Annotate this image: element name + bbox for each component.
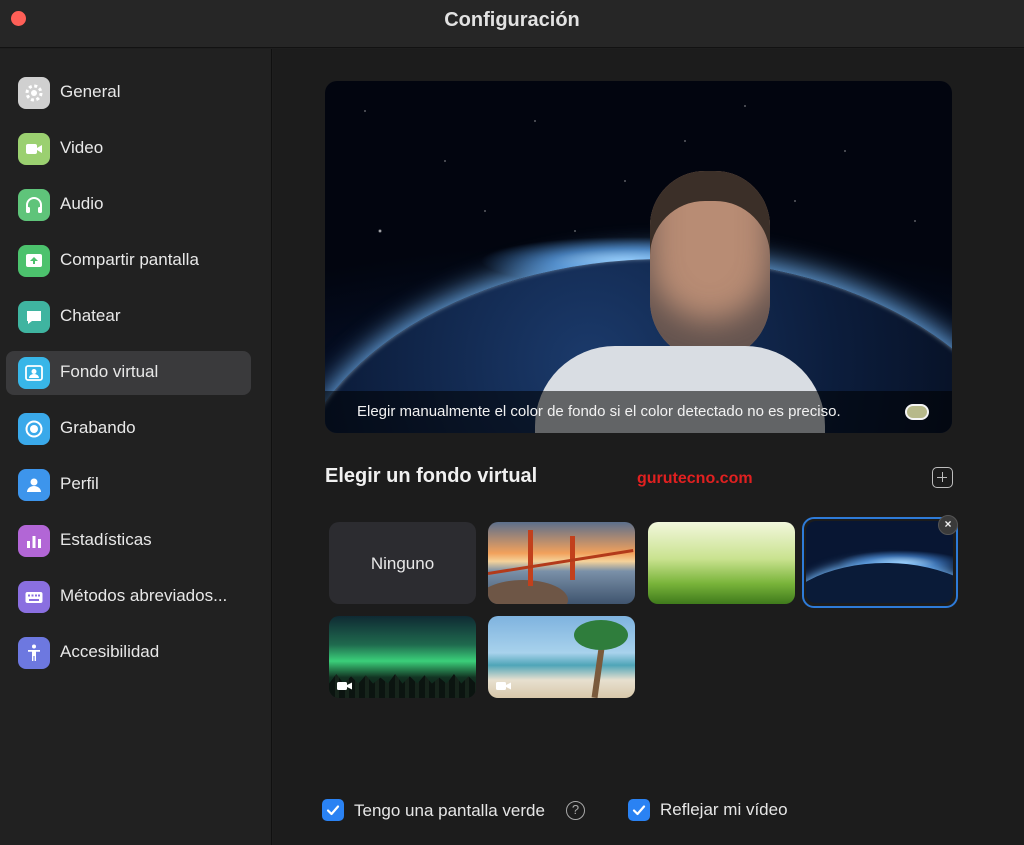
video-preview: Elegir manualmente el color de fondo si … (325, 81, 952, 433)
background-option-tropical-beach[interactable] (488, 616, 635, 698)
mirror-video-label[interactable]: Reflejar mi vídeo (660, 800, 788, 820)
statistics-icon (18, 525, 50, 557)
background-option-golden-gate-bridge[interactable] (488, 522, 635, 604)
checkmark-icon (632, 805, 646, 816)
headphones-icon (18, 189, 50, 221)
remove-background-button[interactable]: × (938, 515, 958, 535)
background-option-grass[interactable] (648, 522, 795, 604)
sidebar-item-label: Audio (60, 194, 104, 213)
green-screen-label[interactable]: Tengo una pantalla verde (354, 801, 545, 821)
sidebar-item-shortcuts[interactable]: Métodos abreviados... (6, 575, 251, 619)
sidebar-item-label: Compartir pantalla (60, 250, 199, 269)
settings-sidebar: General Video Audio Compartir pantalla C… (0, 49, 272, 845)
accessibility-icon (18, 637, 50, 669)
sidebar-item-label: Fondo virtual (60, 362, 159, 381)
sidebar-item-label: Perfil (60, 474, 99, 493)
virtual-background-icon (18, 357, 50, 389)
sidebar-item-label: Grabando (60, 418, 136, 437)
sidebar-item-statistics[interactable]: Estadísticas (6, 519, 251, 563)
sidebar-item-profile[interactable]: Perfil (6, 463, 251, 507)
add-background-button[interactable] (932, 467, 953, 488)
sidebar-item-label: Estadísticas (60, 530, 152, 549)
sidebar-item-label: General (60, 82, 121, 101)
sidebar-item-audio[interactable]: Audio (6, 183, 251, 227)
selected-background-ring (802, 517, 958, 608)
title-bar: Configuración (0, 0, 1024, 48)
sidebar-item-recording[interactable]: Grabando (6, 407, 251, 451)
sidebar-item-label: Video (60, 138, 104, 157)
help-icon[interactable]: ? (566, 801, 585, 820)
virtual-background-panel: Elegir manualmente el color de fondo si … (273, 49, 1024, 845)
video-badge-icon (337, 682, 352, 690)
bridge-tower (528, 530, 533, 586)
bridge-deck (488, 549, 634, 575)
sidebar-item-share-screen[interactable]: Compartir pantalla (6, 239, 251, 283)
video-badge-icon (496, 682, 511, 690)
palm-leaves (574, 620, 628, 650)
profile-icon (18, 469, 50, 501)
sidebar-item-label: Métodos abreviados... (60, 586, 228, 605)
user-face (650, 171, 770, 361)
watermark-text: gurutecno.com (637, 470, 753, 487)
checkmark-icon (326, 805, 340, 816)
background-color-picker[interactable] (905, 404, 929, 420)
sidebar-item-accessibility[interactable]: Accesibilidad (6, 631, 251, 675)
none-label: Ninguno (370, 554, 435, 573)
green-screen-checkbox[interactable] (322, 799, 344, 821)
sidebar-item-video[interactable]: Video (6, 127, 251, 171)
mirror-video-checkbox[interactable] (628, 799, 650, 821)
keyboard-icon (18, 581, 50, 613)
video-camera-icon (18, 133, 50, 165)
color-hint-bar: Elegir manualmente el color de fondo si … (325, 391, 952, 433)
section-title: Elegir un fondo virtual (325, 465, 538, 487)
share-screen-icon (18, 245, 50, 277)
record-icon (18, 413, 50, 445)
background-option-none[interactable]: Ninguno (329, 522, 476, 604)
sidebar-item-label: Accesibilidad (60, 642, 160, 661)
settings-window: Configuración General Video Audio Compar… (0, 0, 1024, 845)
gear-icon (18, 77, 50, 109)
chat-bubble-icon (18, 301, 50, 333)
color-hint-text: Elegir manualmente el color de fondo si … (357, 403, 841, 420)
sidebar-item-label: Chatear (60, 306, 121, 325)
sidebar-item-chat[interactable]: Chatear (6, 295, 251, 339)
window-title: Configuración (444, 9, 580, 31)
sidebar-item-virtual-background[interactable]: Fondo virtual (6, 351, 251, 395)
background-option-northern-lights[interactable] (329, 616, 476, 698)
sidebar-item-general[interactable]: General (6, 71, 251, 115)
